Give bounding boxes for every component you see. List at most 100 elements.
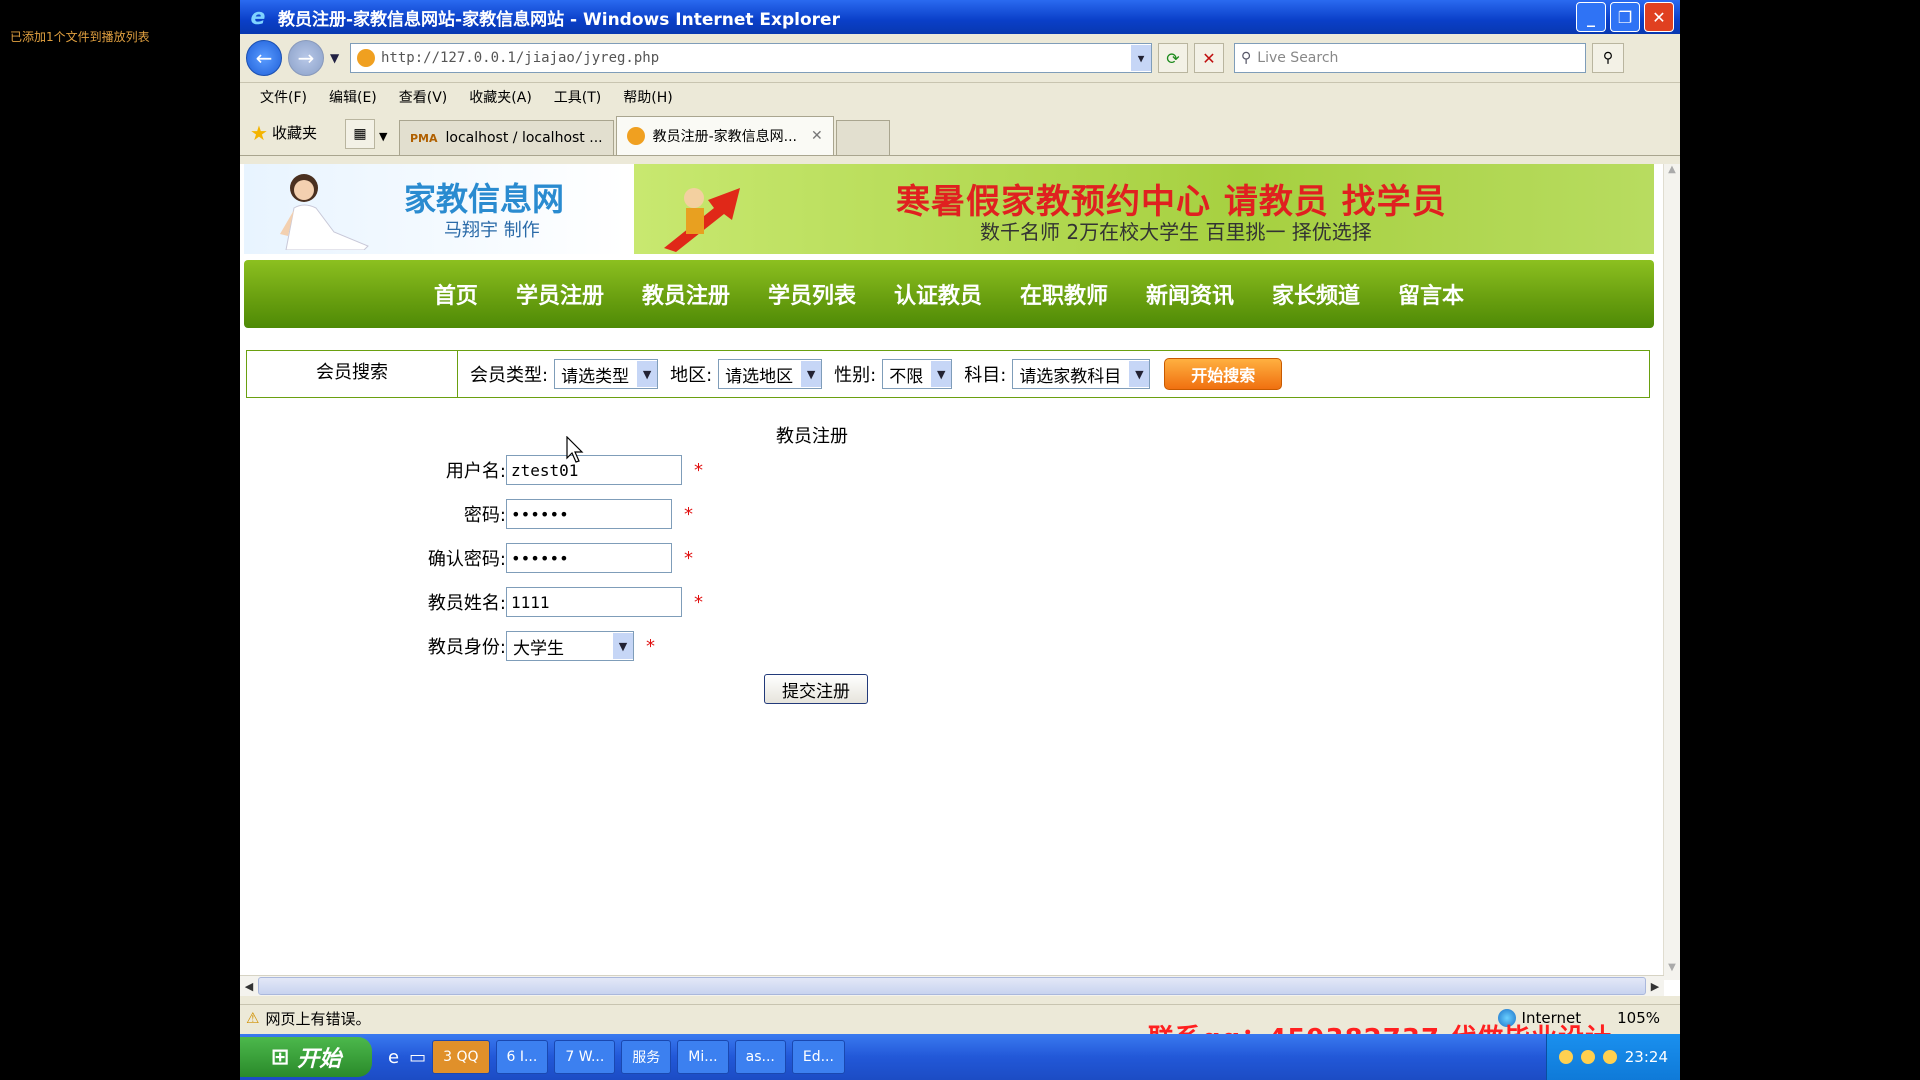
url-dropdown-icon[interactable]: ▼ (1131, 45, 1151, 71)
clock[interactable]: 23:24 (1625, 1048, 1668, 1066)
nav-home[interactable]: 首页 (434, 278, 478, 310)
tray-icon[interactable] (1580, 1050, 1595, 1064)
back-arrow-icon[interactable]: ← (246, 40, 282, 76)
nav-student-list[interactable]: 学员列表 (768, 278, 856, 310)
live-search-input[interactable]: ⚲ Live Search (1234, 43, 1586, 73)
tab-label: 教员注册-家教信息网... (652, 129, 797, 145)
site-logo[interactable]: 家教信息网 马翔宇 制作 (244, 164, 626, 254)
tray-icon[interactable] (1602, 1050, 1617, 1064)
required-mark: * (694, 591, 703, 613)
quick-launch: e ▭ (388, 1047, 426, 1068)
task-as[interactable]: as... (734, 1040, 786, 1074)
required-mark: * (694, 459, 703, 481)
tab-phpmyadmin[interactable]: PMA localhost / localhost ... (398, 120, 614, 155)
confirm-password-input[interactable]: •••••• (506, 543, 672, 573)
menu-help[interactable]: 帮助(H) (623, 87, 672, 107)
quick-tabs-icon[interactable]: ▦ (344, 119, 375, 149)
task-ie[interactable]: 6 I... (495, 1040, 549, 1074)
nav-certified-teachers[interactable]: 认证教员 (894, 278, 982, 310)
menu-edit[interactable]: 编辑(E) (329, 87, 377, 107)
menu-tools[interactable]: 工具(T) (554, 87, 601, 107)
chevron-down-icon: ▼ (931, 361, 952, 387)
ie-quicklaunch-icon[interactable]: e (388, 1047, 399, 1068)
horizontal-scrollbar[interactable]: ◀ ▶ (240, 975, 1664, 996)
submit-register-button[interactable]: 提交注册 (764, 674, 868, 704)
title-bar: e 教员注册-家教信息网站-家教信息网站 - Windows Internet … (240, 0, 1680, 34)
tray-icon[interactable] (1558, 1050, 1573, 1064)
horizontal-scroll-thumb[interactable] (258, 977, 1646, 995)
url-field[interactable]: http://127.0.0.1/jiajao/jyreg.php ▼ (350, 43, 1152, 73)
username-label: 用户名: (445, 461, 506, 482)
subject-select[interactable]: 请选家教科目 ▼ (1012, 359, 1151, 389)
menu-bar: 文件(F) 编辑(E) 查看(V) 收藏夹(A) 工具(T) 帮助(H) (240, 83, 1680, 111)
task-services[interactable]: 服务 (621, 1040, 672, 1074)
tab-teacher-register[interactable]: 教员注册-家教信息网... ✕ (615, 116, 834, 155)
teacher-name-input[interactable]: 1111 (506, 587, 682, 617)
windows-flag-icon: ⊞ (270, 1044, 290, 1070)
password-label: 密码: (463, 505, 506, 526)
nav-news[interactable]: 新闻资讯 (1146, 278, 1234, 310)
forward-arrow-icon[interactable]: → (288, 40, 324, 76)
close-icon[interactable]: ✕ (1644, 2, 1674, 32)
url-text: http://127.0.0.1/jiajao/jyreg.php (381, 50, 660, 66)
tab-list-dropdown-icon[interactable]: ▼ (379, 130, 395, 143)
logo-title: 家教信息网 (404, 180, 565, 218)
menu-favorites[interactable]: 收藏夹(A) (469, 87, 532, 107)
minimize-icon[interactable]: _ (1576, 2, 1606, 32)
logo-subtitle: 马翔宇 制作 (444, 220, 540, 241)
gender-select[interactable]: 不限 ▼ (882, 359, 953, 389)
warning-icon[interactable]: ⚠ (246, 1009, 259, 1027)
nav-parents[interactable]: 家长频道 (1272, 278, 1360, 310)
area-label: 地区: (670, 365, 713, 386)
favorites-star-icon[interactable]: ★ (250, 121, 268, 145)
password-row: 密码: •••••• * (426, 498, 693, 530)
folder-quicklaunch-icon[interactable]: ▭ (409, 1047, 426, 1068)
area-select[interactable]: 请选地区 ▼ (718, 359, 823, 389)
scroll-up-icon[interactable]: ▲ (1664, 164, 1680, 182)
start-button[interactable]: ⊞ 开始 (240, 1037, 372, 1077)
favorites-label[interactable]: 收藏夹 (272, 122, 317, 143)
site-header: 家教信息网 马翔宇 制作 寒暑假家教预约中心 请教员 找学员 数千名师 2万在校… (244, 164, 1654, 254)
refresh-icon[interactable]: ⟳ (1158, 43, 1188, 73)
page-icon (626, 127, 645, 145)
status-message[interactable]: 网页上有错误。 (265, 1008, 370, 1029)
start-search-button[interactable]: 开始搜索 (1164, 358, 1283, 390)
promo-banner[interactable]: 寒暑假家教预约中心 请教员 找学员 数千名师 2万在校大学生 百里挑一 择优选择 (634, 164, 1654, 254)
task-explorer[interactable]: 7 W... (554, 1040, 616, 1074)
page-icon (357, 49, 375, 67)
password-input[interactable]: •••••• (506, 499, 672, 529)
new-tab-button[interactable] (835, 120, 890, 155)
system-tray: 23:24 (1545, 1034, 1680, 1080)
history-dropdown-icon[interactable]: ▼ (330, 51, 344, 65)
vertical-scrollbar[interactable]: ▲ ▼ (1663, 164, 1680, 980)
nav-teacher-register[interactable]: 教员注册 (642, 278, 730, 310)
zoom-level[interactable]: 105% (1617, 1009, 1660, 1027)
nav-guestbook[interactable]: 留言本 (1398, 278, 1464, 310)
chevron-down-icon: ▼ (637, 361, 658, 387)
scroll-right-icon[interactable]: ▶ (1646, 980, 1664, 993)
restore-icon[interactable]: ❐ (1610, 2, 1640, 32)
chevron-down-icon: ▼ (801, 361, 822, 387)
task-ed[interactable]: Ed... (791, 1040, 845, 1074)
stop-icon[interactable]: ✕ (1194, 43, 1224, 73)
member-search-bar: 会员搜索 会员类型: 请选类型 ▼ 地区: 请选地区 ▼ 性别: 不限 ▼ 科目… (246, 350, 1650, 398)
nav-student-register[interactable]: 学员注册 (516, 278, 604, 310)
menu-view[interactable]: 查看(V) (399, 87, 448, 107)
task-qq[interactable]: 3 QQ (432, 1040, 490, 1074)
teacher-identity-row: 教员身份: 大学生 ▼ * (426, 630, 655, 662)
scroll-left-icon[interactable]: ◀ (240, 980, 258, 993)
task-mi[interactable]: Mi... (677, 1040, 729, 1074)
username-input[interactable]: ztest01 (506, 455, 682, 485)
scroll-down-icon[interactable]: ▼ (1664, 962, 1680, 980)
member-search-title: 会员搜索 (247, 351, 458, 397)
member-type-select[interactable]: 请选类型 ▼ (554, 359, 659, 389)
teacher-identity-select[interactable]: 大学生 ▼ (506, 631, 634, 661)
area-value: 请选地区 (725, 366, 794, 387)
search-go-icon[interactable]: ⚲ (1592, 43, 1624, 73)
tab-close-icon[interactable]: ✕ (811, 128, 823, 144)
menu-file[interactable]: 文件(F) (260, 87, 307, 107)
pma-icon: PMA (409, 131, 438, 145)
nav-working-teachers[interactable]: 在职教师 (1020, 278, 1108, 310)
search-icon: ⚲ (1241, 50, 1252, 66)
teacher-identity-label: 教员身份: (427, 637, 506, 658)
